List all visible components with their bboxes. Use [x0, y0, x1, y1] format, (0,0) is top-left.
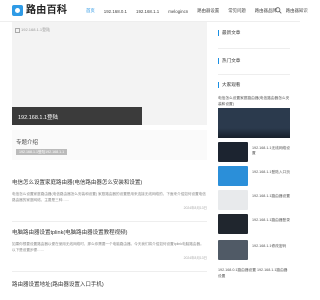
nav-item-192-168-0-1[interactable]: 192.168.0.1 — [104, 9, 127, 14]
sidebar-list-item[interactable]: 192.168.1.1无线网络设置 — [218, 142, 290, 164]
article-excerpt: 如果你想要设置路由器以便在使用无线网络时，那么你需要一个电脑路由器。今天我们将介… — [12, 242, 204, 252]
article-item[interactable]: 路由器设置地址(路由器设置入口手机) — [12, 280, 207, 300]
sidebar-widget-watch: 大家观看 — [218, 82, 290, 88]
article-item[interactable]: 电信怎么设置家庭路由器(电信路由器怎么安装和设置) 电信怎么设置家庭路由器(电信… — [12, 178, 207, 222]
sidebar-thumb — [218, 190, 248, 210]
article-title[interactable]: 电信怎么设置家庭路由器(电信路由器怎么安装和设置) — [12, 178, 207, 186]
nav-item-router-brands[interactable]: 路由器品牌 — [255, 8, 277, 14]
hero-image-placeholder: 192.168.1.1登陆 — [15, 27, 50, 33]
logo-icon — [12, 5, 23, 16]
sidebar-list-item[interactable]: 192.168.1.1路由器设置 — [218, 190, 290, 212]
nav-item-router-settings[interactable]: 路由器设置 — [197, 8, 219, 14]
article-title[interactable]: 路由器设置地址(路由器设置入口手机) — [12, 280, 207, 288]
article-title[interactable]: 电脑路由器设置tplink(电脑路由器设置教程视频) — [12, 228, 207, 236]
widget-divider — [218, 48, 290, 49]
nav-item-melogincn[interactable]: melogincn — [168, 9, 188, 14]
topic-tag[interactable]: 192.168.1.1登陆192.168.1.1 — [16, 149, 68, 155]
article-item[interactable]: 电脑路由器设置tplink(电脑路由器设置教程视频) 如果你想要设置路由器以便在… — [12, 228, 207, 272]
sidebar-list-item[interactable]: 192.168.1.1修改密码 — [218, 240, 290, 262]
nav-item-router-knowledge[interactable]: 路由器知识 — [286, 8, 308, 14]
site-logo[interactable]: 路由百科 — [12, 5, 67, 16]
widget-title-watch: 大家观看 — [218, 82, 290, 88]
sidebar-widget-popular: 热门文章 — [218, 58, 290, 64]
hero-caption-bar[interactable]: 192.168.1.1登陆 — [12, 107, 142, 125]
sidebar-list-item[interactable]: 192.168.1.1登陆入口页 — [218, 166, 290, 188]
main-nav: 首页 192.168.0.1 192.168.1.1 melogincn 路由器… — [86, 0, 317, 22]
article-date: 2024年8月13日 — [183, 256, 207, 260]
broken-image-icon — [15, 27, 20, 33]
sidebar-thumb — [218, 240, 248, 260]
featured-article-image[interactable] — [218, 108, 290, 138]
site-header: 路由百科 首页 192.168.0.1 192.168.1.1 meloginc… — [0, 0, 308, 22]
sidebar-item-text[interactable]: 192.168.1.1无线网络设置 — [252, 146, 290, 156]
search-icon[interactable] — [275, 7, 282, 14]
sidebar-thumb — [218, 166, 248, 186]
hero-caption-text: 192.168.1.1登陆 — [18, 115, 59, 121]
sidebar-list-item[interactable]: 192.168.1.1路由器登录 — [218, 214, 290, 236]
article-excerpt: 电信怎么设置家庭路由器(电信路由器怎么安装和设置) 家庭路由器的设置是用来连接无… — [12, 192, 206, 202]
sidebar-item-text[interactable]: 192.168.1.1修改密码 — [252, 244, 290, 249]
sidebar-widget-latest: 最新文章 — [218, 30, 290, 36]
featured-article-title[interactable]: 电信怎么设置家庭路由器(电信路由器怎么安装和设置) — [218, 96, 290, 107]
sidebar-bottom-links[interactable]: 192.168.0.1路由器设置 192.168.1.1路由器设置 — [218, 268, 290, 279]
sidebar-item-text[interactable]: 192.168.1.1路由器登录 — [252, 218, 290, 223]
sidebar-item-text[interactable]: 192.168.1.1登陆入口页 — [252, 170, 290, 175]
nav-item-192-168-1-1[interactable]: 192.168.1.1 — [136, 9, 159, 14]
widget-title-popular: 热门文章 — [218, 58, 290, 64]
hero-placeholder-text: 192.168.1.1登陆 — [21, 27, 51, 32]
widget-divider — [218, 74, 290, 75]
topic-title: 专题介绍 — [16, 140, 39, 146]
widget-title-latest: 最新文章 — [218, 30, 290, 36]
sidebar-item-text[interactable]: 192.168.1.1路由器设置 — [252, 194, 290, 199]
nav-item-home[interactable]: 首页 — [86, 8, 95, 14]
nav-item-faq[interactable]: 常见问题 — [228, 8, 246, 14]
sidebar-thumb — [218, 214, 248, 234]
article-date: 2024年8月13日 — [183, 206, 207, 210]
topic-box: 专题介绍 192.168.1.1登陆192.168.1.1 — [12, 130, 207, 160]
sidebar-thumb — [218, 142, 248, 162]
logo-text: 路由百科 — [26, 5, 68, 16]
